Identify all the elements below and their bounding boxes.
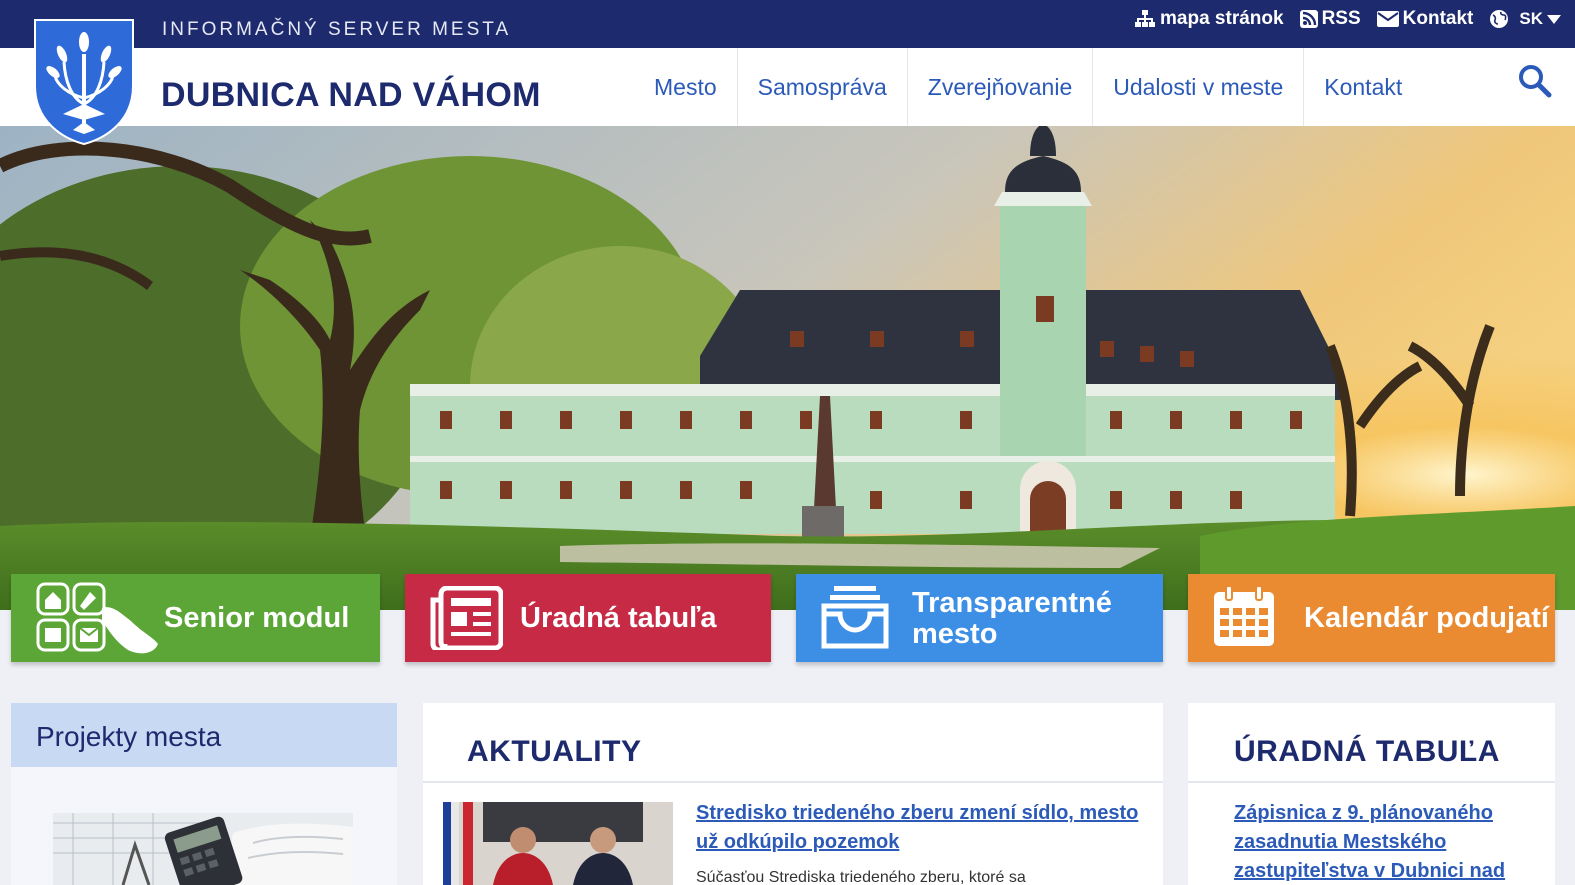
official-board-heading: ÚRADNÁ TABUĽA	[1188, 703, 1555, 783]
projects-image[interactable]	[53, 813, 353, 885]
chevron-down-icon	[1547, 14, 1561, 24]
board-item-line2: zasadnutia Mestského	[1234, 831, 1447, 853]
globe-icon	[1490, 10, 1509, 28]
calendar-icon	[1214, 585, 1274, 646]
inbox-tray-icon	[821, 586, 889, 649]
news-heading: AKTUALITY	[423, 703, 1163, 783]
language-label: SK	[1519, 9, 1543, 28]
hero-image	[0, 126, 1575, 610]
sitemap-icon	[1135, 10, 1156, 27]
transparentne-mesto-tile[interactable]: Transparentné mesto	[796, 574, 1163, 662]
rss-label: RSS	[1321, 8, 1361, 29]
transparentne-mesto-label: Transparentné mesto	[912, 588, 1112, 650]
sitemap-link[interactable]: mapa stránok	[1134, 8, 1284, 30]
main-nav: Mesto Samospráva Zverejňovanie Udalosti …	[634, 48, 1422, 126]
nav-item-samosprava[interactable]: Samospráva	[738, 48, 908, 126]
news-panel: AKTUALITY Stredisko triedeného zberu zme…	[423, 703, 1163, 885]
search-icon[interactable]	[1518, 64, 1552, 98]
uradna-tabula-label: Úradná tabuľa	[520, 602, 717, 634]
senior-modul-icon	[36, 582, 158, 654]
envelope-icon	[1376, 11, 1399, 27]
senior-modul-label: Senior modul	[164, 602, 350, 634]
language-switcher[interactable]: SK	[1489, 9, 1561, 29]
contact-label: Kontakt	[1402, 8, 1474, 29]
newspaper-icon	[430, 586, 503, 650]
transparentne-line1: Transparentné	[912, 587, 1112, 619]
top-bar: INFORMAČNÝ SERVER MESTA mapa stránok RSS…	[0, 0, 1575, 48]
news-thumbnail[interactable]	[443, 802, 673, 885]
uradna-tabula-tile[interactable]: Úradná tabuľa	[405, 574, 771, 662]
board-item-line1: Zápisnica z 9. plánovaného	[1234, 802, 1493, 824]
rss-link[interactable]: RSS	[1299, 8, 1361, 30]
rss-icon	[1299, 10, 1318, 28]
news-item-title[interactable]: Stredisko triedeného zberu zmení sídlo, …	[696, 799, 1146, 857]
site-subtitle: INFORMAČNÝ SERVER MESTA	[162, 19, 512, 40]
transparentne-line2: mesto	[912, 618, 998, 650]
kalendar-podujati-label: Kalendár podujatí	[1304, 602, 1549, 634]
nav-item-kontakt[interactable]: Kontakt	[1304, 48, 1422, 126]
news-item-excerpt: Súčasťou Strediska triedeného zberu, kto…	[696, 869, 1026, 885]
nav-item-zverejnovanie[interactable]: Zverejňovanie	[908, 48, 1094, 126]
main-header: DUBNICA NAD VÁHOM Mesto Samospráva Zvere…	[0, 48, 1575, 126]
news-title-line1: Stredisko triedeného zberu zmení sídlo, …	[696, 802, 1139, 824]
kalendar-podujati-tile[interactable]: Kalendár podujatí	[1188, 574, 1555, 662]
sitemap-label: mapa stránok	[1160, 8, 1284, 29]
board-item-link[interactable]: Zápisnica z 9. plánovaného zasadnutia Me…	[1234, 799, 1534, 885]
senior-modul-tile[interactable]: Senior modul	[11, 574, 380, 662]
news-title-line2: už odkúpilo pozemok	[696, 831, 900, 853]
nav-item-mesto[interactable]: Mesto	[634, 48, 738, 126]
coat-of-arms-logo[interactable]	[33, 18, 135, 146]
top-links: mapa stránok RSS Kontakt SK	[1134, 8, 1561, 30]
site-title[interactable]: DUBNICA NAD VÁHOM	[161, 76, 541, 115]
projects-panel: Projekty mesta	[11, 703, 397, 885]
board-item-line3: zastupiteľstva v Dubnici nad	[1234, 860, 1506, 882]
official-board-panel: ÚRADNÁ TABUĽA Zápisnica z 9. plánovaného…	[1188, 703, 1555, 885]
contact-link[interactable]: Kontakt	[1376, 8, 1474, 30]
projects-heading[interactable]: Projekty mesta	[11, 703, 397, 767]
nav-item-udalosti[interactable]: Udalosti v meste	[1093, 48, 1305, 126]
